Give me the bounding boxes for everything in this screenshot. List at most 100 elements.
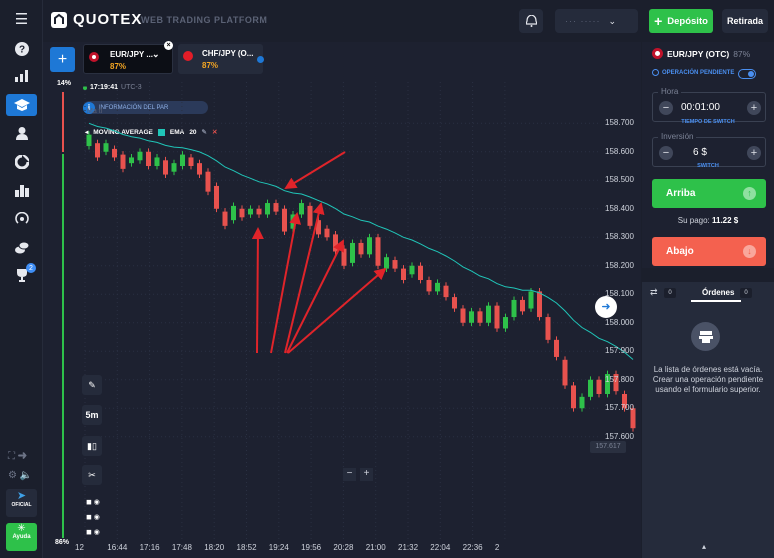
leaderboard-icon[interactable] [12, 181, 31, 200]
time-label: Hora [658, 87, 682, 96]
amount-decrease-button[interactable]: − [659, 146, 673, 160]
scroll-to-latest-button[interactable]: ➜ [595, 296, 617, 318]
candle-body [537, 291, 542, 318]
price-tick-label: 157.600 [605, 431, 634, 441]
zoom-out-button[interactable]: − [343, 468, 356, 481]
time-tick-label: 16:44 [107, 543, 128, 552]
chart-type-button[interactable]: ▮▯ [82, 436, 102, 456]
switch-time-link[interactable]: TIEMPO DE SWITCH [642, 119, 774, 125]
up-button[interactable]: Arriba ↑ [652, 179, 766, 208]
orders-panel: ⇄ 0 Órdenes 0 La lista de órdenes está v… [642, 282, 774, 558]
price-tick-label: 157.700 [605, 403, 634, 413]
chart-area[interactable]: + EUR/JPY ... 87% ⌄ × CHF/JPY (O... 87% … [43, 41, 641, 558]
help-circle-icon[interactable]: ? [12, 39, 31, 58]
svg-text:?: ? [18, 44, 24, 55]
zoom-controls: − + [343, 468, 373, 481]
top-bar: QUOTEX WEB TRADING PLATFORM ··· ····· ⌄ … [43, 0, 774, 42]
switch-link[interactable]: SWITCH [642, 163, 774, 169]
account-selector[interactable]: ··· ····· ⌄ [555, 9, 638, 33]
timeframe-button[interactable]: 5m [82, 405, 102, 425]
time-increase-button[interactable]: + [747, 101, 761, 115]
switch-arrows-icon[interactable]: ⇄ [650, 287, 658, 298]
price-tick-label: 158.400 [605, 203, 634, 213]
logo[interactable]: QUOTEX [51, 11, 142, 28]
pie-chart-icon[interactable] [12, 152, 31, 171]
candle-body [171, 163, 177, 172]
candle-body [426, 280, 432, 292]
candle-body [188, 157, 194, 166]
payout-value: 11.22 $ [712, 216, 739, 225]
down-button[interactable]: Abajo ↓ [652, 237, 766, 266]
indicators-button[interactable]: ✂ [82, 465, 102, 485]
plus-icon: + [654, 13, 663, 29]
trophy-badge: 2 [26, 263, 36, 273]
candle-body [146, 151, 151, 166]
time-decrease-button[interactable]: − [659, 101, 673, 115]
layer-row[interactable]: ◼ ◉ [86, 510, 100, 525]
candle-body [579, 396, 585, 409]
trophy-icon[interactable]: 2 [12, 263, 36, 285]
pending-label: OPERACIÓN PENDIENTE [662, 69, 735, 76]
deposit-button[interactable]: + Depósito [649, 9, 713, 33]
candle-body [588, 379, 593, 397]
price-tick-label: 158.300 [605, 232, 634, 242]
time-tick-label: 20:28 [333, 543, 354, 552]
pending-toggle[interactable] [738, 69, 756, 79]
user-icon[interactable] [12, 124, 31, 143]
candle-body [554, 339, 559, 357]
bell-icon [525, 15, 537, 27]
arrow-down-icon: ↓ [743, 245, 756, 258]
amount-increase-button[interactable]: + [747, 146, 761, 160]
amount-label: Inversión [658, 132, 697, 141]
layers-list[interactable]: ◼ ◉ ◼ ◉ ◼ ◉ [86, 495, 100, 540]
candle-body [86, 134, 92, 147]
candles [86, 131, 636, 432]
logo-text: QUOTEX [73, 11, 143, 28]
quotex-logo-icon [51, 11, 67, 28]
logo-subtitle: WEB TRADING PLATFORM [141, 15, 268, 25]
help-label: Ayuda [12, 534, 31, 540]
education-icon[interactable] [6, 94, 37, 116]
candle-body [469, 311, 474, 323]
candle-body [460, 308, 466, 323]
telegram-button[interactable]: ➤ OFICIAL [6, 489, 37, 517]
candle-body [282, 208, 287, 232]
candle-body [214, 185, 219, 209]
help-button[interactable]: ✳ Ayuda [6, 523, 37, 551]
candle-body [375, 237, 381, 266]
signal-icon[interactable] [12, 209, 31, 228]
candle-body [384, 257, 389, 269]
expand-icon[interactable]: ⛶ ➜ [8, 451, 27, 462]
pending-trade-row: OPERACIÓN PENDIENTE [652, 69, 734, 76]
collapse-icon[interactable]: ▴ [702, 542, 706, 551]
candle-body [341, 248, 347, 266]
left-sidebar: ☰ ? 2 ⛶ ➜ ⚙ 🔈 ➤ OFICIAL ✳ Ayuda [0, 0, 43, 558]
orders-title[interactable]: Órdenes [702, 288, 734, 297]
menu-icon[interactable]: ☰ [12, 9, 31, 28]
candle-body [333, 234, 338, 252]
layer-row[interactable]: ◼ ◉ [86, 525, 100, 540]
candle-body [571, 385, 576, 409]
settings-sound-icon[interactable]: ⚙ 🔈 [8, 470, 32, 481]
time-tick-label: 12 [75, 543, 84, 552]
price-tick-label: 157.800 [605, 374, 634, 384]
time-field[interactable]: Hora − 00:01:00 + [652, 87, 766, 122]
time-tick-label: 19:56 [301, 543, 322, 552]
zoom-in-button[interactable]: + [360, 468, 373, 481]
candle-body [392, 260, 398, 269]
candle-body [418, 265, 423, 280]
withdraw-button[interactable]: Retirada [722, 9, 768, 33]
candle-body [562, 359, 568, 386]
candle-body [163, 160, 168, 175]
up-label: Arriba [666, 188, 696, 199]
telegram-icon: ➤ [16, 490, 27, 502]
draw-tool-button[interactable]: ✎ [82, 375, 102, 395]
time-tick-label: 18:52 [236, 543, 257, 552]
time-tick-label: 21:32 [398, 543, 419, 552]
candle-body [596, 379, 602, 394]
deposit-label: Depósito [667, 15, 708, 27]
coins-icon[interactable] [12, 238, 31, 257]
layer-row[interactable]: ◼ ◉ [86, 495, 100, 510]
notifications-button[interactable] [519, 9, 543, 33]
analytics-icon[interactable] [12, 66, 31, 85]
